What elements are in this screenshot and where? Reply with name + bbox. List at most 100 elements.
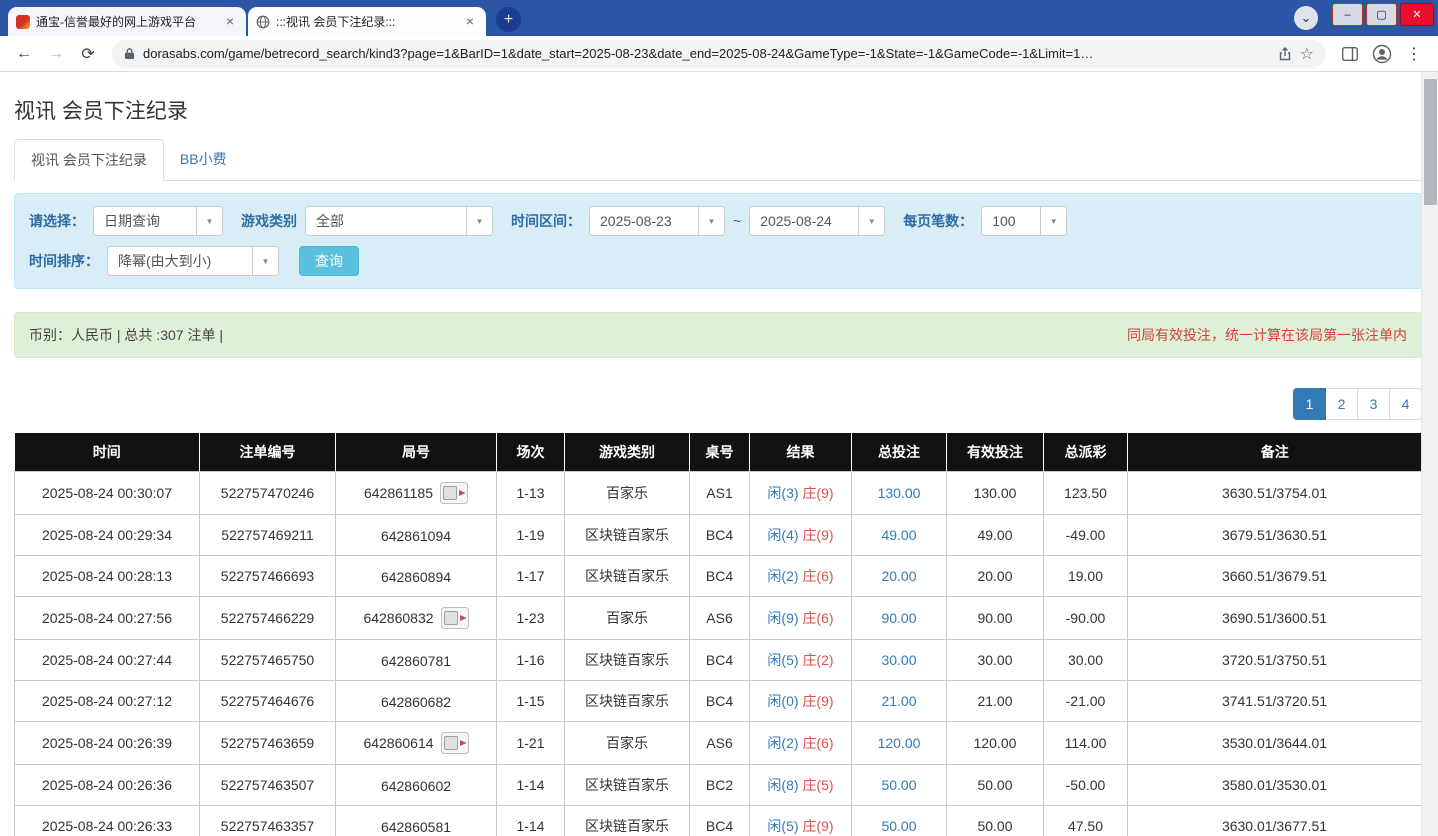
url-bar[interactable]: dorasabs.com/game/betrecord_search/kind3… <box>112 39 1326 68</box>
window-close-button[interactable]: ✕ <box>1400 3 1434 26</box>
browser-tab-home[interactable]: 通宝-信誉最好的网上游戏平台 × <box>8 7 246 36</box>
page-size-select[interactable]: 100 ▼ <box>981 206 1068 236</box>
back-icon[interactable]: ← <box>10 40 38 68</box>
page-button-3[interactable]: 3 <box>1357 388 1390 420</box>
game-type-select[interactable]: 全部 ▼ <box>305 206 493 236</box>
replay-video-icon[interactable] <box>440 732 469 754</box>
result-player: 闲(0) <box>767 693 799 709</box>
tab-search-chevron-icon[interactable]: ⌄ <box>1294 6 1318 30</box>
cell-time: 2025-08-24 00:26:39 <box>14 721 200 765</box>
total-bet-link[interactable]: 30.00 <box>881 652 916 668</box>
lock-icon[interactable] <box>124 47 135 60</box>
page-scrollbar[interactable] <box>1421 72 1438 836</box>
cell-valid-bet: 130.00 <box>946 471 1044 515</box>
kebab-menu-icon[interactable]: ⋮ <box>1400 40 1428 68</box>
cell-game-type: 区块链百家乐 <box>564 764 690 806</box>
date-end-select[interactable]: 2025-08-24 ▼ <box>749 206 886 236</box>
chevron-down-icon[interactable]: ▼ <box>196 207 222 235</box>
total-bet-link[interactable]: 50.00 <box>881 818 916 834</box>
page-button-4[interactable]: 4 <box>1389 388 1422 420</box>
game-type-value: 全部 <box>316 213 344 229</box>
round-id: 642860832 <box>363 610 434 626</box>
cell-result: 闲(8) 庄(5) <box>749 764 852 806</box>
date-start-select[interactable]: 2025-08-23 ▼ <box>589 206 725 236</box>
page-button-1[interactable]: 1 <box>1293 388 1326 420</box>
cell-total-bet: 30.00 <box>851 639 947 681</box>
bookmark-star-icon[interactable]: ☆ <box>1300 44 1314 64</box>
side-panel-icon[interactable] <box>1336 40 1364 68</box>
result-banker: 庄(2) <box>802 652 834 668</box>
date-end-value: 2025-08-24 <box>760 213 832 229</box>
tab-close-icon[interactable]: × <box>222 13 238 30</box>
chevron-down-icon[interactable]: ▼ <box>698 207 724 235</box>
cell-note: 3630.51/3754.01 <box>1127 471 1422 515</box>
cell-game-type: 区块链百家乐 <box>564 555 690 597</box>
browser-nav-bar: ← → ⟳ dorasabs.com/game/betrecord_search… <box>0 36 1438 72</box>
cell-game-type: 百家乐 <box>564 596 690 640</box>
chevron-down-icon[interactable]: ▼ <box>1040 207 1067 235</box>
scrollbar-thumb[interactable] <box>1424 79 1437 205</box>
cell-table-no: BC4 <box>689 680 750 722</box>
total-bet-link[interactable]: 21.00 <box>881 693 916 709</box>
cell-table-no: BC4 <box>689 514 750 556</box>
column-header: 备注 <box>1127 433 1422 472</box>
column-header: 桌号 <box>689 433 750 472</box>
page-button-2[interactable]: 2 <box>1325 388 1358 420</box>
window-minimize-button[interactable]: – <box>1332 3 1363 26</box>
query-type-label: 请选择： <box>29 213 85 229</box>
url-text[interactable]: dorasabs.com/game/betrecord_search/kind3… <box>143 46 1270 61</box>
total-bet-link[interactable]: 90.00 <box>881 610 916 626</box>
table-row: 2025-08-24 00:26:36 522757463507 642860602… <box>14 764 1422 806</box>
total-bet-link[interactable]: 50.00 <box>881 777 916 793</box>
query-type-value: 日期查询 <box>104 213 160 229</box>
cell-total-bet: 50.00 <box>851 805 947 836</box>
total-bet-link[interactable]: 130.00 <box>878 485 921 501</box>
tab-bb-tips[interactable]: BB小费 <box>164 139 243 180</box>
cell-round-id: 642860832 <box>335 596 497 640</box>
cell-note: 3660.51/3679.51 <box>1127 555 1422 597</box>
cell-payout: 47.50 <box>1043 805 1128 836</box>
cell-session: 1-23 <box>496 596 565 640</box>
profile-avatar-icon[interactable] <box>1368 40 1396 68</box>
refresh-icon[interactable]: ⟳ <box>74 40 102 68</box>
cell-bet-id: 522757470246 <box>199 471 336 515</box>
chevron-down-icon[interactable]: ▼ <box>858 207 885 235</box>
bet-table: 时间 注单编号 局号 场次 游戏类别 桌号 结果 总投注 有效投注 总派彩 备注 2025-08-2… <box>14 433 1422 836</box>
cell-note: 3690.51/3600.51 <box>1127 596 1422 640</box>
sort-select[interactable]: 降幂(由大到小) ▼ <box>107 246 279 276</box>
tab-close-icon[interactable]: × <box>462 13 478 30</box>
tab-bet-records[interactable]: 视讯 会员下注纪录 <box>14 139 164 181</box>
column-header: 结果 <box>749 433 852 472</box>
result-banker: 庄(6) <box>802 568 834 584</box>
round-id: 642860682 <box>380 693 452 710</box>
search-button[interactable]: 查询 <box>299 246 359 276</box>
replay-video-icon[interactable] <box>440 482 469 504</box>
chevron-down-icon[interactable]: ▼ <box>252 247 278 275</box>
total-bet-link[interactable]: 20.00 <box>881 568 916 584</box>
filter-row-1: 请选择： 日期查询 ▼ 游戏类别 全部 ▼ 时间区间： 2025-08-23 ▼ <box>29 206 1407 236</box>
result-player: 闲(9) <box>767 610 799 626</box>
browser-tab-bet-records[interactable]: :::视讯 会员下注纪录::: × <box>248 7 486 36</box>
result-banker: 庄(9) <box>802 818 834 834</box>
page-size-group: 每页笔数： 100 ▼ <box>903 206 1068 236</box>
cell-valid-bet: 50.00 <box>946 805 1044 836</box>
round-id: 642860781 <box>380 652 452 669</box>
result-player: 闲(3) <box>767 485 799 501</box>
forward-icon[interactable]: → <box>42 40 70 68</box>
replay-video-icon[interactable] <box>440 607 469 629</box>
cell-payout: 123.50 <box>1043 471 1128 515</box>
total-bet-link[interactable]: 120.00 <box>878 735 921 751</box>
tab-title: 通宝-信誉最好的网上游戏平台 <box>36 15 196 29</box>
cell-bet-id: 522757463357 <box>199 805 336 836</box>
total-bet-link[interactable]: 49.00 <box>881 527 916 543</box>
new-tab-button[interactable]: + <box>496 7 521 32</box>
query-type-select[interactable]: 日期查询 ▼ <box>93 206 223 236</box>
table-row: 2025-08-24 00:28:13 522757466693 642860894… <box>14 555 1422 597</box>
result-player: 闲(5) <box>767 818 799 834</box>
share-icon[interactable] <box>1278 46 1292 61</box>
cell-table-no: AS1 <box>689 471 750 515</box>
chevron-down-icon[interactable]: ▼ <box>466 207 492 235</box>
cell-result: 闲(0) 庄(9) <box>749 680 852 722</box>
window-maximize-button[interactable]: ▢ <box>1366 3 1397 26</box>
result-player: 闲(2) <box>767 568 799 584</box>
